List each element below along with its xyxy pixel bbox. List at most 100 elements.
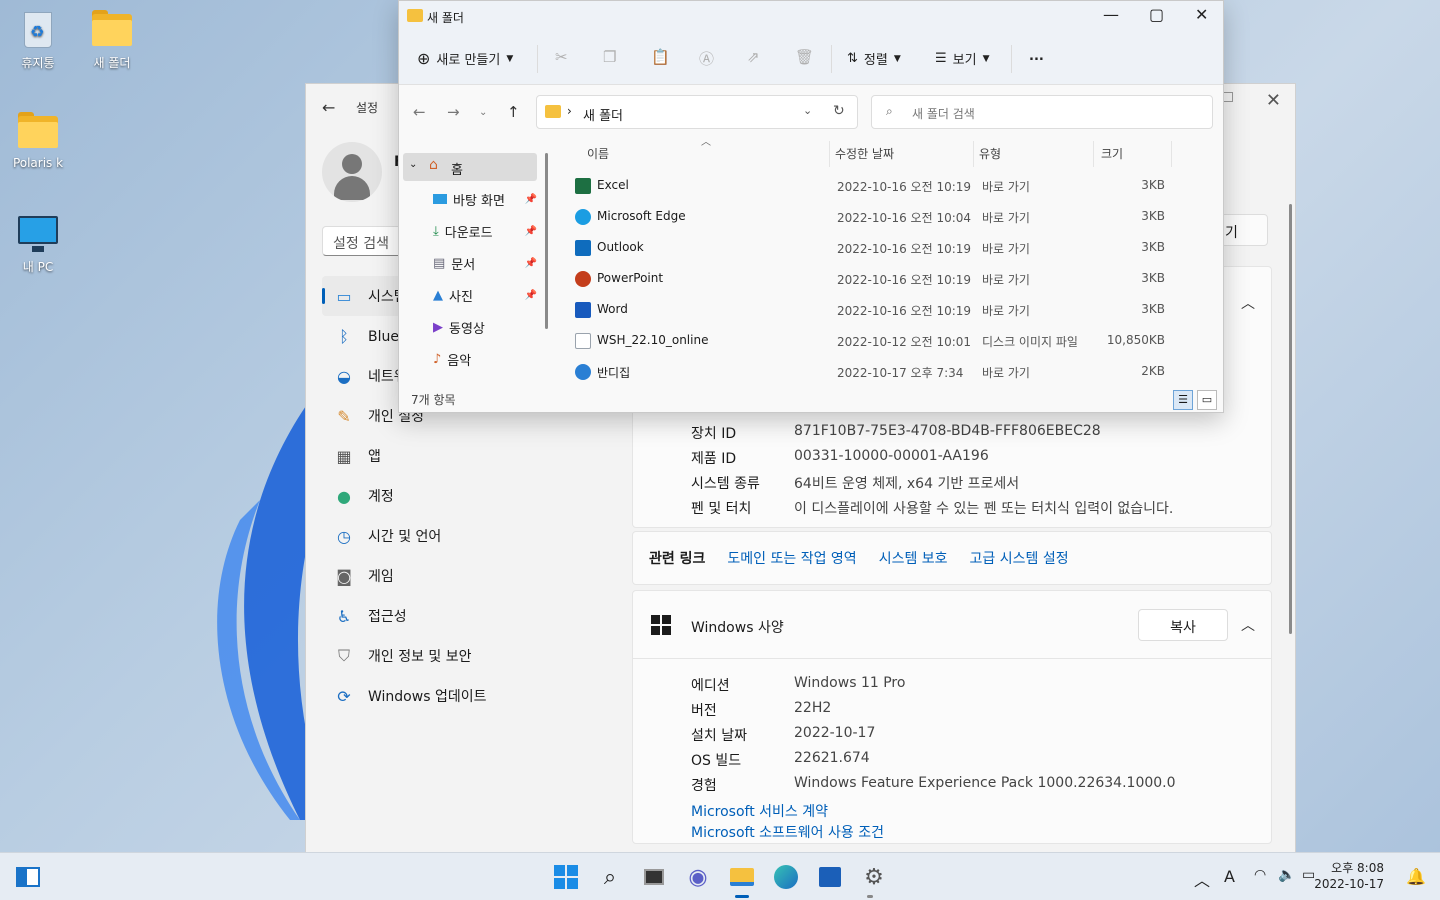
sidebar-item-downloads[interactable]: ⤓ 다운로드 📌: [433, 217, 539, 245]
sidebar-item-pictures[interactable]: ▲ 사진 📌: [433, 281, 539, 309]
nav-item-accounts[interactable]: ● 계정: [322, 476, 612, 516]
details-view-icon[interactable]: ☰: [1173, 390, 1193, 410]
shield-icon: ⛉: [337, 646, 350, 665]
share-icon[interactable]: ⇗: [747, 48, 760, 66]
up-arrow-icon[interactable]: ↑: [507, 103, 520, 121]
windows-logo-icon: [651, 615, 671, 635]
address-bar[interactable]: › 새 폴더 ⌄ ↻: [536, 95, 858, 129]
copy-button[interactable]: 복사: [1138, 609, 1228, 641]
sidebar-item-music[interactable]: ♪ 음악: [433, 345, 539, 373]
close-icon[interactable]: ✕: [1195, 5, 1208, 24]
file-row[interactable]: Outlook 2022-10-16 오전 10:19 바로 가기 3KB: [575, 232, 1195, 263]
sidebar-item-videos[interactable]: ▶ 동영상: [433, 313, 539, 341]
spec-row: 경험 Windows Feature Experience Pack 1000.2…: [691, 775, 1176, 794]
forward-arrow-icon[interactable]: →: [447, 103, 460, 121]
notification-icon[interactable]: 🔔: [1406, 867, 1426, 886]
view-button[interactable]: ☰ 보기 ▼: [935, 49, 990, 68]
clock[interactable]: 오후 8:08 2022-10-17: [1314, 860, 1384, 892]
spec-row: 펜 및 터치 이 디스플레이에 사용할 수 있는 펜 또는 터치식 입력이 없습니…: [691, 501, 1174, 517]
windows-spec-card: Windows 사양 복사 ︿ 에디션 Windows 11 Pro 버전 22H2…: [632, 590, 1272, 844]
file-row[interactable]: WSH_22.10_online 2022-10-12 오전 10:01 디스크 이…: [575, 325, 1195, 356]
minimize-icon[interactable]: —: [1103, 5, 1119, 24]
nav-item-gaming[interactable]: ◙ 게임: [322, 556, 612, 596]
settings-scrollbar[interactable]: [1289, 204, 1292, 634]
column-header-date[interactable]: 수정한 날짜: [835, 145, 894, 162]
link-domain-workgroup[interactable]: 도메인 또는 작업 영역: [727, 548, 856, 568]
column-header-size[interactable]: 크기: [1101, 145, 1123, 162]
desktop-icon-label: Polaris k: [12, 156, 64, 170]
back-arrow-icon[interactable]: ←: [322, 98, 335, 117]
close-icon[interactable]: ✕: [1266, 90, 1281, 111]
sidebar-scrollbar[interactable]: [545, 153, 548, 329]
outlook-icon: [575, 240, 591, 256]
wifi-icon[interactable]: ◠: [1254, 867, 1266, 883]
start-icon[interactable]: [552, 863, 580, 891]
file-row[interactable]: Excel 2022-10-16 오전 10:19 바로 가기 3KB: [575, 170, 1195, 201]
delete-icon[interactable]: 🗑: [795, 48, 814, 66]
rename-icon[interactable]: Ⓐ: [699, 48, 714, 69]
link-system-protection[interactable]: 시스템 보호: [879, 548, 948, 568]
avatar[interactable]: [322, 142, 382, 202]
link-license-terms[interactable]: Microsoft 소프트웨어 사용 조건: [691, 822, 884, 842]
spec-row: 버전 22H2: [691, 700, 832, 719]
new-button[interactable]: ⊕ 새로 만들기 ▼: [417, 49, 513, 68]
desktop-icon-this-pc[interactable]: 내 PC: [0, 214, 76, 275]
column-header-name[interactable]: 이름: [587, 145, 609, 162]
explorer-titlebar[interactable]: 새 폴더 — ▢ ✕: [399, 1, 1223, 33]
nav-item-privacy[interactable]: ⛉ 개인 정보 및 보안: [322, 636, 612, 676]
chat-icon[interactable]: ◉: [684, 863, 712, 891]
navigation-pane: ⌄ ⌂ 홈 바탕 화면 📌 ⤓ 다운로드 📌 ▤ 문서 📌 ▲ 사진 📌 ▶ 동영상 ♪ 음악: [399, 139, 549, 394]
tiles-view-icon[interactable]: ▭: [1197, 390, 1217, 410]
windows-spec-header[interactable]: Windows 사양 복사 ︿: [633, 591, 1271, 659]
ime-indicator[interactable]: A: [1224, 867, 1235, 886]
chevron-down-icon[interactable]: ⌄: [803, 104, 812, 117]
chevron-up-icon[interactable]: ︿: [1194, 867, 1210, 891]
recent-locations-chevron-icon[interactable]: ⌄: [479, 107, 487, 118]
task-view-icon[interactable]: [640, 863, 668, 891]
chevron-down-icon: ▼: [982, 53, 990, 64]
column-header-type[interactable]: 유형: [979, 145, 1001, 162]
wifi-icon: ◒: [337, 366, 351, 386]
widgets-icon[interactable]: [14, 863, 42, 891]
nav-item-accessibility[interactable]: ♿ 접근성: [322, 596, 612, 636]
sidebar-item-desktop[interactable]: 바탕 화면 📌: [433, 185, 539, 213]
sidebar-item-home[interactable]: ⌄ ⌂ 홈: [403, 153, 537, 181]
chevron-up-icon[interactable]: ︿: [1241, 293, 1255, 313]
copy-icon[interactable]: ❐: [603, 48, 616, 66]
more-options-button[interactable]: ...: [1029, 49, 1044, 64]
search-icon[interactable]: ⌕: [596, 863, 624, 891]
volume-icon[interactable]: 🔈: [1278, 867, 1295, 883]
maximize-icon[interactable]: [1223, 92, 1233, 102]
file-row[interactable]: Microsoft Edge 2022-10-16 오전 10:04 바로 가기 3K…: [575, 201, 1195, 232]
settings-gear-icon[interactable]: ⚙: [860, 863, 888, 891]
file-row[interactable]: 반디집 2022-10-17 오후 7:34 바로 가기 2KB: [575, 356, 1195, 387]
file-row[interactable]: PowerPoint 2022-10-16 오전 10:19 바로 가기 3KB: [575, 263, 1195, 294]
chevron-down-icon: ▼: [893, 53, 901, 64]
breadcrumb-separator-icon: ›: [567, 104, 572, 118]
store-icon[interactable]: [816, 863, 844, 891]
cut-icon[interactable]: ✂: [555, 48, 568, 66]
file-list: ︿ 이름 수정한 날짜 유형 크기 Excel 2022-10-16 오전 10:…: [555, 137, 1223, 394]
nav-item-apps[interactable]: ▦ 앱: [322, 436, 612, 476]
battery-icon[interactable]: ▭: [1302, 867, 1315, 883]
link-service-agreement[interactable]: Microsoft 서비스 계약: [691, 801, 828, 821]
chevron-up-icon[interactable]: ︿: [1241, 615, 1255, 635]
file-explorer-icon[interactable]: [728, 863, 756, 891]
download-icon: ⤓: [433, 223, 439, 239]
refresh-icon[interactable]: ↻: [833, 103, 845, 119]
edge-icon[interactable]: [772, 863, 800, 891]
desktop-icon-polaris[interactable]: Polaris k: [0, 112, 76, 170]
nav-item-windows-update[interactable]: ⟳ Windows 업데이트: [322, 676, 612, 716]
file-row[interactable]: Word 2022-10-16 오전 10:19 바로 가기 3KB: [575, 294, 1195, 325]
sort-button[interactable]: ⇅ 정렬 ▼: [847, 49, 901, 68]
maximize-icon[interactable]: ▢: [1149, 5, 1164, 24]
folder-search-input[interactable]: ⌕ 새 폴더 검색: [871, 95, 1213, 129]
rename-button[interactable]: 기: [1218, 214, 1268, 246]
desktop-icon-new-folder[interactable]: 새 폴더: [74, 10, 150, 71]
link-advanced-system-settings[interactable]: 고급 시스템 설정: [970, 548, 1069, 568]
desktop-icon-recycle-bin[interactable]: ♻ 휴지통: [0, 10, 76, 71]
back-arrow-icon[interactable]: ←: [413, 103, 426, 121]
sidebar-item-documents[interactable]: ▤ 문서 📌: [433, 249, 539, 277]
nav-item-time-language[interactable]: ◷ 시간 및 언어: [322, 516, 612, 556]
paste-icon[interactable]: 📋: [651, 48, 670, 66]
